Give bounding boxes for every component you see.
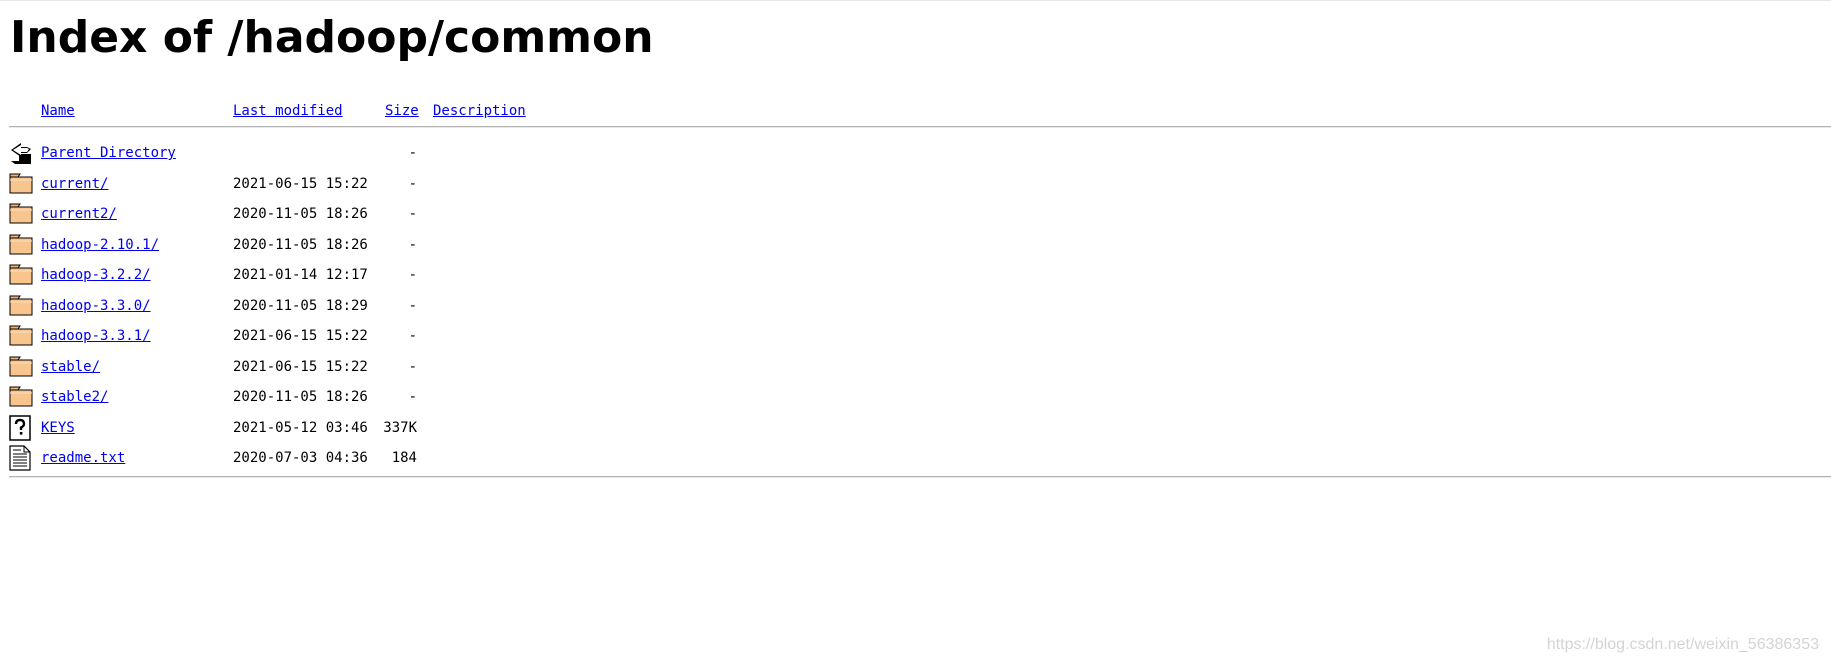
file-link[interactable]: KEYS [41,420,75,436]
last-modified-cell: 2020-11-05 18:29 [233,297,368,314]
back-icon [9,140,35,166]
directory-listing-page: Index of /hadoop/common Name Last modifi… [0,0,1831,666]
last-modified-cell: 2021-05-12 03:46 [233,419,368,436]
size-cell: - [408,328,417,344]
file-row: current/2021-06-15 15:22 - [9,171,1831,202]
folder-icon [9,232,35,258]
sort-by-last-modified-link[interactable]: Last modified [233,103,343,119]
last-modified-cell: 2020-07-03 04:36 [233,450,368,466]
file-row: current2/2020-11-05 18:26 - [9,201,1831,232]
last-modified-cell: 2020-11-05 18:26 [233,206,368,222]
entry-list: Parent Directory - current/2021-06-15 15:2… [9,140,1831,476]
last-modified-cell: 2021-06-15 15:22 [233,175,368,192]
file-row: stable/2021-06-15 15:22 - [9,354,1831,385]
folder-icon [9,293,35,319]
footer-divider [9,475,1831,478]
file-link[interactable]: readme.txt [41,450,125,466]
column-header-row: Name Last modified Size Description [9,100,1831,126]
file-row: hadoop-2.10.1/2020-11-05 18:26 - [9,232,1831,263]
folder-icon [9,323,35,349]
file-link[interactable]: stable/ [41,359,100,375]
size-cell: 184 [391,450,417,466]
size-cell: - [408,267,417,283]
folder-icon [9,354,35,380]
page-title: Index of /hadoop/common [10,12,654,63]
file-row: KEYS 2021-05-12 03:46 337K [9,414,1831,446]
file-row: hadoop-3.2.2/2021-01-14 12:17 - [9,262,1831,293]
size-cell: - [408,358,417,375]
sort-by-name-link[interactable]: Name [41,103,75,119]
file-link[interactable]: current2/ [41,206,117,222]
file-listing: Name Last modified Size Description Pare… [9,100,1831,478]
size-cell: - [408,206,417,222]
file-link[interactable]: Parent Directory [41,145,176,161]
unknown-file-icon [9,414,35,441]
last-modified-cell: 2021-06-15 15:22 [233,328,368,344]
watermark: https://blog.csdn.net/weixin_56386353 [1546,636,1819,653]
text-file-icon [9,445,35,471]
folder-icon [9,262,35,288]
file-link[interactable]: stable2/ [41,389,108,405]
file-row: hadoop-3.3.1/2021-06-15 15:22 - [9,323,1831,354]
last-modified-cell: 2020-11-05 18:26 [233,389,368,405]
folder-icon [9,384,35,410]
file-link[interactable]: hadoop-3.3.0/ [41,298,151,314]
size-cell: - [408,145,417,161]
file-link[interactable]: current/ [41,176,108,192]
file-row: stable2/2020-11-05 18:26 - [9,384,1831,415]
header-divider [9,126,1831,128]
last-modified-cell: 2021-01-14 12:17 [233,267,368,283]
last-modified-cell: 2020-11-05 18:26 [233,236,368,253]
file-link[interactable]: hadoop-2.10.1/ [41,237,159,253]
size-cell: - [408,175,417,192]
header-icon-spacer [9,100,35,126]
size-cell: - [408,236,417,253]
size-cell: - [408,389,417,405]
sort-by-description-link[interactable]: Description [433,103,526,119]
file-link[interactable]: hadoop-3.3.1/ [41,328,151,344]
file-row: readme.txt 2020-07-03 04:36 184 [9,445,1831,476]
folder-icon [9,171,35,197]
file-row: hadoop-3.3.0/2020-11-05 18:29 - [9,293,1831,324]
sort-by-size-link[interactable]: Size [385,103,419,119]
file-link[interactable]: hadoop-3.2.2/ [41,267,151,283]
folder-icon [9,201,35,227]
last-modified-cell: 2021-06-15 15:22 [233,358,368,375]
size-cell: 337K [383,419,417,436]
size-cell: - [408,297,417,314]
file-row: Parent Directory - [9,140,1831,171]
top-border [0,0,1831,1]
